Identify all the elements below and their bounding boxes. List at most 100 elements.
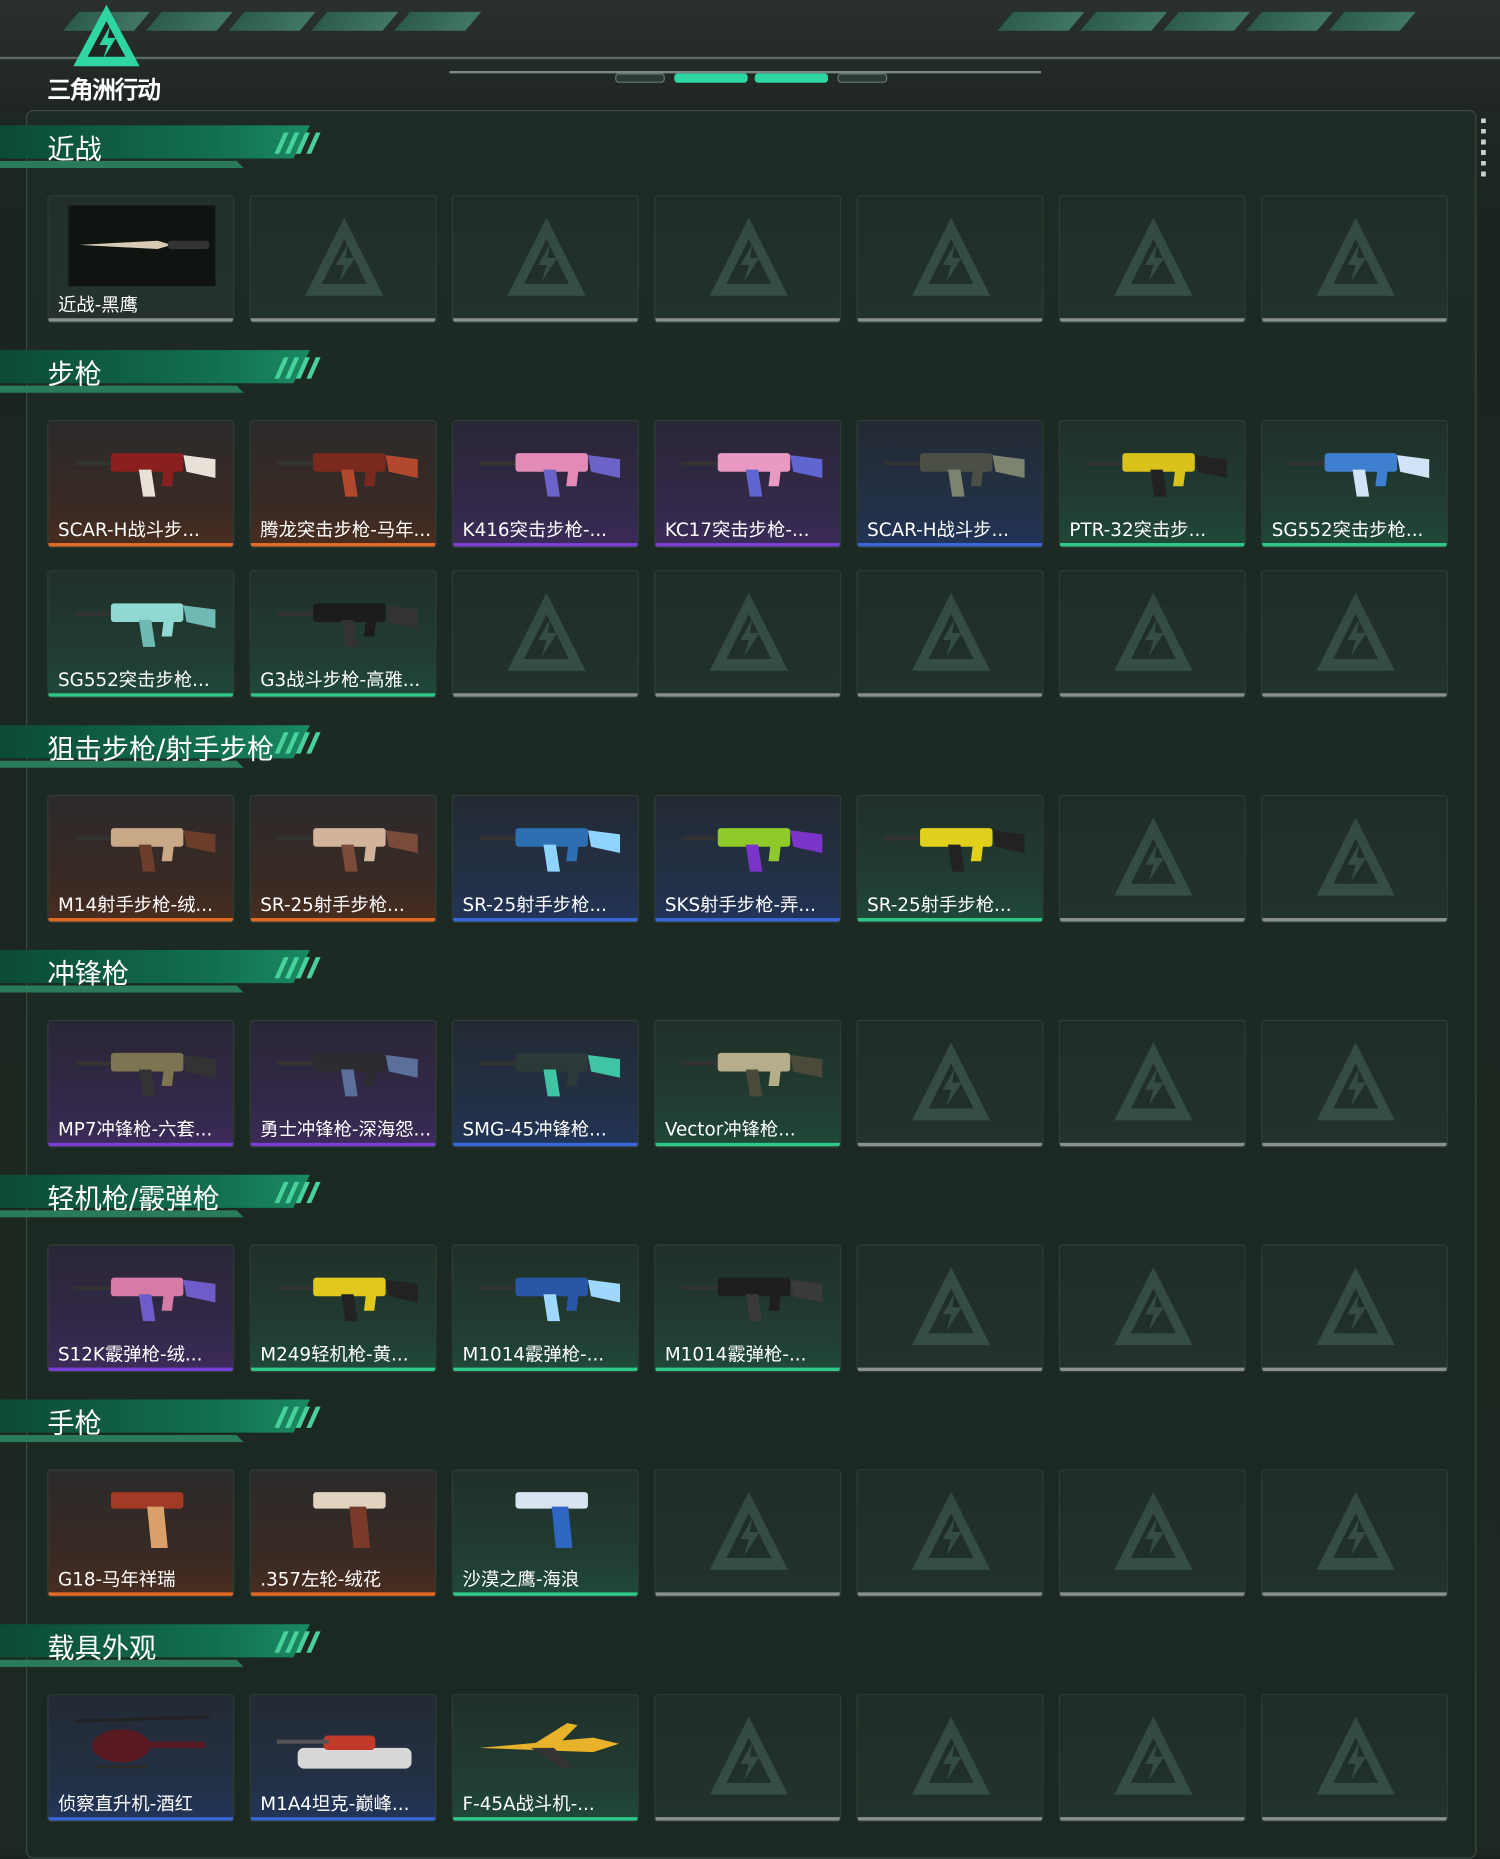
empty-slot[interactable] (654, 1694, 842, 1822)
item-image (479, 453, 621, 497)
inventory-item[interactable]: SG552突击步枪... (47, 570, 235, 698)
empty-slot[interactable] (856, 1469, 1044, 1598)
page-indicator[interactable] (615, 73, 665, 83)
empty-slot[interactable] (1261, 794, 1448, 923)
inventory-item[interactable]: SR-25射手步枪... (856, 794, 1044, 923)
inventory-item[interactable]: M249轻机枪-黄... (249, 1244, 437, 1373)
item-image (276, 1735, 412, 1769)
empty-slot[interactable] (654, 1469, 842, 1598)
empty-slot[interactable] (1261, 1469, 1448, 1598)
inventory-item[interactable]: SCAR-H战斗步... (47, 419, 235, 548)
inventory-item[interactable]: S12K霰弹枪-绒... (47, 1244, 235, 1373)
empty-slot-bar (250, 318, 436, 322)
inventory-item[interactable]: SR-25射手步枪... (249, 794, 437, 923)
inventory-item[interactable]: SMG-45冲锋枪... (451, 1019, 639, 1148)
item-image (74, 1715, 210, 1769)
inventory-item[interactable]: G18-马年祥瑞 (47, 1469, 235, 1598)
rarity-bar (250, 1592, 436, 1596)
empty-slot[interactable] (1058, 1469, 1246, 1598)
empty-slot-bar (857, 1592, 1043, 1596)
empty-slot-logo-icon (305, 217, 384, 296)
inventory-item[interactable]: SR-25射手步枪... (451, 794, 639, 923)
item-image (276, 603, 418, 647)
empty-slot[interactable] (1058, 1019, 1246, 1148)
category-header: 狙击步枪/射手步枪 (0, 718, 331, 772)
empty-slot[interactable] (1058, 195, 1246, 323)
page-indicator-active[interactable] (754, 73, 829, 83)
inventory-item[interactable]: MP7冲锋枪-六套... (47, 1019, 235, 1148)
empty-slot-bar (1059, 1817, 1245, 1821)
inventory-item[interactable]: SKS射手步枪-弄... (654, 794, 842, 923)
inventory-item[interactable]: PTR-32突击步... (1058, 419, 1246, 548)
item-name: SKS射手步枪-弄... (664, 894, 816, 916)
inventory-item[interactable]: 腾龙突击步枪-马年... (249, 419, 437, 548)
inventory-item[interactable]: 近战-黑鹰 (47, 195, 235, 323)
empty-slot[interactable] (1261, 1244, 1448, 1373)
rarity-bar (48, 543, 234, 547)
inventory-item[interactable]: M14射手步枪-绒... (47, 794, 235, 923)
inventory-item[interactable]: K416突击步枪-... (451, 419, 639, 548)
inventory-item[interactable]: M1A4坦克-巅峰... (249, 1694, 437, 1822)
empty-slot[interactable] (856, 1694, 1044, 1822)
inventory-item[interactable]: Vector冲锋枪... (654, 1019, 842, 1148)
inventory-item[interactable]: 侦察直升机-酒红 (47, 1694, 235, 1822)
item-name: SR-25射手步枪... (260, 894, 405, 916)
rarity-bar (453, 1367, 638, 1372)
rarity-bar (857, 918, 1043, 922)
empty-slot[interactable] (451, 570, 639, 698)
empty-slot-logo-icon (1316, 817, 1395, 896)
empty-slot[interactable] (856, 195, 1044, 323)
inventory-item[interactable]: KC17突击步枪-... (654, 419, 842, 548)
inventory-item[interactable]: .357左轮-绒花 (249, 1469, 437, 1598)
item-image (1086, 453, 1227, 497)
brand-logo: 三角洲行动 (47, 2, 177, 105)
empty-slot[interactable] (654, 570, 842, 698)
empty-slot[interactable] (1058, 570, 1246, 698)
empty-slot-logo-icon (1114, 592, 1193, 671)
empty-slot[interactable] (856, 1019, 1044, 1148)
empty-slot-logo-icon (1316, 217, 1395, 296)
page-indicator-active[interactable] (674, 73, 748, 83)
empty-slot[interactable] (1261, 1694, 1448, 1822)
empty-slot[interactable] (1058, 1244, 1246, 1373)
empty-slot-bar (1262, 918, 1447, 922)
delta-logo-icon (73, 4, 140, 67)
page-indicator[interactable] (837, 73, 888, 83)
empty-slot[interactable] (1261, 570, 1448, 698)
inventory-item[interactable]: G3战斗步枪-高雅... (249, 570, 437, 698)
empty-slot[interactable] (856, 1244, 1044, 1373)
header-chevron-decor (394, 11, 482, 31)
empty-slot-logo-icon (1114, 1491, 1193, 1570)
empty-slot-logo-icon (1114, 217, 1193, 296)
item-name: MP7冲锋枪-六套... (57, 1119, 213, 1141)
empty-slot-logo-icon (1114, 1716, 1193, 1795)
inventory-item[interactable]: 沙漠之鹰-海浪 (451, 1469, 639, 1598)
item-image (681, 1277, 823, 1322)
empty-slot[interactable] (1058, 1694, 1246, 1822)
brand-logo-text: 三角洲行动 (47, 75, 161, 105)
rarity-bar (453, 1817, 638, 1821)
empty-slot-logo-icon (1114, 817, 1193, 896)
empty-slot-bar (857, 1142, 1043, 1147)
inventory-item[interactable]: M1014霰弹枪-... (654, 1244, 842, 1373)
inventory-item[interactable]: 勇士冲锋枪-深海怨... (249, 1019, 437, 1148)
app-root: 三角洲行动 近战 近战-黑鹰 步枪 SCAR-H战斗步... 腾龙突击步枪-马年... K… (0, 0, 1500, 1859)
empty-slot[interactable] (1261, 195, 1448, 323)
empty-slot-bar (1059, 693, 1245, 697)
category-title: 冲锋枪 (47, 959, 129, 991)
empty-slot[interactable] (1261, 1019, 1448, 1148)
empty-slot-logo-icon (1316, 1042, 1395, 1121)
empty-slot[interactable] (654, 195, 842, 323)
category-title: 轻机枪/霰弹枪 (47, 1184, 220, 1215)
empty-slot[interactable] (451, 195, 639, 323)
empty-slot[interactable] (1058, 794, 1246, 923)
inventory-item[interactable]: F-45A战斗机-... (451, 1694, 639, 1822)
inventory-item[interactable]: M1014霰弹枪-... (451, 1244, 639, 1373)
inventory-item[interactable]: SG552突击步枪... (1261, 419, 1448, 548)
empty-slot[interactable] (856, 570, 1044, 698)
inventory-item[interactable]: SCAR-H战斗步... (856, 419, 1044, 548)
empty-slot-bar (1059, 1142, 1245, 1147)
rarity-bar (250, 1367, 436, 1372)
empty-slot[interactable] (249, 195, 437, 323)
scrollbar[interactable] (1481, 118, 1486, 178)
